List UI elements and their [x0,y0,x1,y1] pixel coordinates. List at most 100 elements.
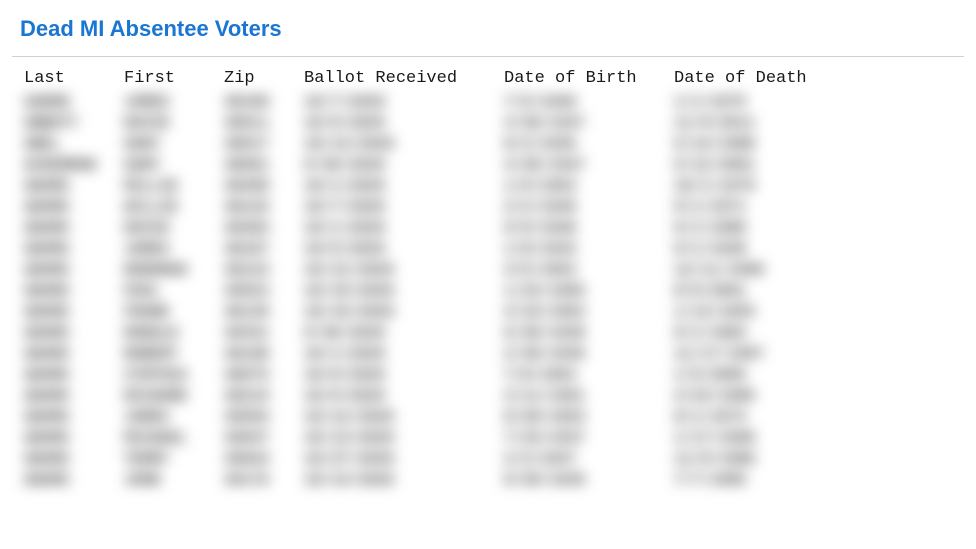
cell-zip: 48126 [224,199,304,216]
cell-ballot: 10/12/2020 [304,409,504,426]
cell-ballot: 10/19/2020 [304,304,504,321]
cell-last: ADAMS [24,220,124,237]
cell-dod: 8/1/1974 [674,409,844,426]
cell-dob: 3/30/1947 [504,157,674,174]
cell-last: ADAMS [24,451,124,468]
cell-dob: 8/3/1936 [504,136,674,153]
cell-ballot: 10/12/2020 [304,262,504,279]
cell-ballot: 10/19/2020 [304,283,504,300]
table-row: ADAMSJAMES4950410/12/20208/28/19538/1/19… [24,409,952,426]
cell-zip: 49923 [224,283,304,300]
cell-dod: 8/9/2001 [674,283,844,300]
cell-last: ADAMS [24,430,124,447]
cell-zip: 48001 [224,157,304,174]
cell-dob: 1/23/1955 [504,283,674,300]
cell-ballot: 10/9/2020 [304,115,504,132]
cell-dod: 7/7/1989 [674,472,844,489]
cell-first: JOHN [124,472,224,489]
cell-first: MICHAEL [124,430,224,447]
cell-zip: 48124 [224,262,304,279]
cell-first: GARY [124,157,224,174]
cell-first: WILLIE [124,199,224,216]
cell-first: FRANK [124,304,224,321]
cell-zip: 48108 [224,346,304,363]
table-row: ADAMSPAUL4992310/19/20201/23/19558/9/200… [24,283,952,300]
cell-dod: 5/14/1988 [674,136,844,153]
cell-dob: 6/30/1938 [504,325,674,342]
cell-zip: 48075 [224,367,304,384]
header-first: First [124,69,224,88]
cell-dod: 9/1/1988 [674,220,844,237]
cell-first: DAVID [124,115,224,132]
cell-dod: 1/17/1998 [674,430,844,447]
cell-dod: 4/23/1989 [674,388,844,405]
cell-first: MILLIE [124,178,224,195]
cell-first: JAMES [124,409,224,426]
cell-first: RICHARD [124,388,224,405]
cell-dod: 11/9/1988 [674,451,844,468]
cell-first: TERRY [124,451,224,468]
cell-dob: 4/5/1953 [504,262,674,279]
cell-zip: 48384 [224,220,304,237]
cell-zip: 48219 [224,388,304,405]
cell-dob: 1/8/1934 [504,241,674,258]
cell-dod: 9/1/1971 [674,199,844,216]
cell-dod: 9/1/1984 [674,325,844,342]
cell-zip: 49844 [224,451,304,468]
cell-first: GARY [124,136,224,153]
cell-last: ADAMS [24,472,124,489]
cell-last: ADAMS [24,388,124,405]
cell-last: ADAMS [24,409,124,426]
table-row: AARONJAMES4810810/7/20207/5/19401/1/1975 [24,94,952,111]
cell-zip: 48911 [224,115,304,132]
table-row: ADAMSJOHN4917610/14/20208/30/19397/7/198… [24,472,952,489]
table-row: ADAMSJAMES4818710/5/20201/8/19349/1/1948 [24,241,952,258]
cell-zip: 49504 [224,409,304,426]
table-row: ADAMSMICHAEL4904710/13/20207/24/19371/17… [24,430,952,447]
cell-ballot: 10/7/2020 [304,199,504,216]
cell-last: ABBOTT [24,115,124,132]
cell-ballot: 10/9/2020 [304,388,504,405]
cell-dod: 9/1/1948 [674,241,844,258]
cell-dod: 1/1/1975 [674,94,844,111]
cell-last: ADAMS [24,199,124,216]
table-row: ABELGARY4891710/14/20208/3/19365/14/1988 [24,136,952,153]
cell-ballot: 9/30/2020 [304,157,504,174]
table-row: ABBOTTDAVID4891110/9/20203/30/193711/9/2… [24,115,952,132]
cell-dod: 5/12/2001 [674,157,844,174]
table-row: ADAMSMILLIE4849810/1/20201/9/195310/1/19… [24,178,952,195]
table-row: ADAMSROBERT4810810/1/20202/30/193611/17/… [24,346,952,363]
cell-dob: 1/9/1953 [504,178,674,195]
cell-ballot: 10/14/2020 [304,136,504,153]
table-row: ADAMSDAVID4838410/1/20206/9/19489/1/1988 [24,220,952,237]
cell-last: ADAMS [24,346,124,363]
cell-ballot: 10/1/2020 [304,220,504,237]
cell-first: DONALD [124,325,224,342]
cell-dod: 12/11/1998 [674,262,844,279]
cell-dob: 2/30/1936 [504,346,674,363]
cell-zip: 48498 [224,178,304,195]
cell-dob: 7/8/1953 [504,367,674,384]
blurred-data-rows: AARONJAMES4810810/7/20207/5/19401/1/1975… [24,94,952,489]
voters-table: Last First Zip Ballot Received Date of B… [0,57,976,505]
cell-first: JAMES [124,94,224,111]
table-row: ADAMSDEBORAH4812410/12/20204/5/195312/11… [24,262,952,279]
cell-dod: 11/17/1997 [674,346,844,363]
cell-dod: 11/9/2011 [674,115,844,132]
cell-dob: 4/19/1963 [504,304,674,321]
cell-dob: 2/3/1947 [504,451,674,468]
cell-first: PAUL [124,283,224,300]
cell-ballot: 10/13/2020 [304,430,504,447]
cell-last: ADAMS [24,178,124,195]
cell-dob: 8/28/1953 [504,409,674,426]
cell-first: JAMES [124,241,224,258]
cell-dob: 2/2/1949 [504,199,674,216]
header-dob: Date of Birth [504,69,674,88]
page-title: Dead MI Absentee Voters [0,0,976,56]
header-ballot: Ballot Received [304,69,504,88]
cell-first: DEBORAH [124,262,224,279]
cell-ballot: 10/7/2020 [304,94,504,111]
cell-last: ADAMS [24,325,124,342]
cell-dob: 6/9/1948 [504,220,674,237]
cell-last: ADAMS [24,262,124,279]
